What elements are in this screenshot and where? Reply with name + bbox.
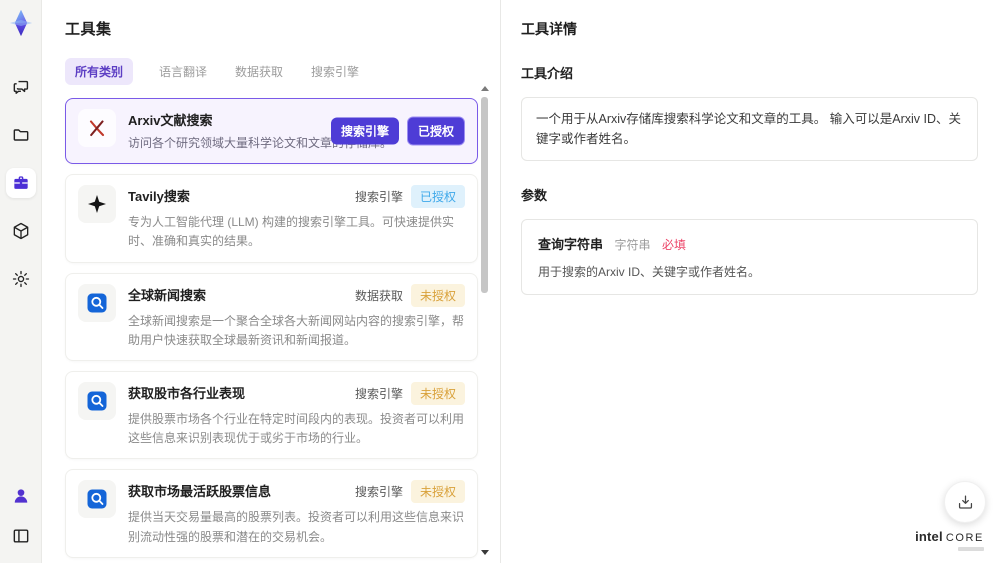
tool-description: 提供股票市场各个行业在特定时间段内的表现。投资者可以利用这些信息来识别表现优于或… — [128, 411, 465, 446]
tool-card[interactable]: 获取股市各行业表现 搜索引擎 未授权 提供股票市场各个行业在特定时间段内的表现。投… — [65, 370, 478, 460]
chat-icon[interactable] — [6, 72, 36, 102]
scroll-up-arrow-icon[interactable] — [481, 86, 489, 91]
download-button[interactable] — [944, 481, 986, 523]
scrollbar-thumb[interactable] — [481, 97, 488, 293]
tool-title: 全球新闻搜索 — [128, 287, 207, 303]
tool-list: Arxiv文献搜索 搜索引擎 已授权 访问各个研究领域大量科学论文和文章的存储库。… — [65, 98, 478, 563]
tool-card-body: Tavily搜索 搜索引擎 已授权 专为人工智能代理 (LLM) 构建的搜索引擎工… — [128, 185, 465, 251]
param-header: 查询字符串 字符串 必填 — [538, 234, 961, 254]
sparkle-icon — [88, 195, 106, 214]
category-tabs: 所有类别 语言翻译 数据获取 搜索引擎 — [65, 58, 500, 85]
intro-heading: 工具介绍 — [521, 66, 574, 81]
auth-badge: 未授权 — [410, 480, 465, 504]
tool-card[interactable]: Arxiv文献搜索 搜索引擎 已授权 访问各个研究领域大量科学论文和文章的存储库。 — [65, 98, 478, 165]
tool-meta: 搜索引擎 未授权 — [354, 381, 465, 405]
tool-card-body: 获取股市各行业表现 搜索引擎 未授权 提供股票市场各个行业在特定时间段内的表现。投… — [128, 381, 465, 448]
tool-card[interactable]: 获取市场最活跃股票信息 搜索引擎 未授权 提供当天交易量最高的股票列表。投资者可以… — [65, 469, 478, 558]
params-heading: 参数 — [521, 188, 548, 203]
arxiv-icon — [78, 109, 116, 147]
stock-search-icon — [87, 489, 107, 509]
arxiv-icon — [89, 120, 105, 137]
tool-meta: 数据获取 未授权 — [354, 283, 465, 307]
brand-sub-mark — [958, 547, 984, 551]
tool-meta: 搜索引擎 未授权 — [354, 480, 465, 504]
category-badge: 搜索引擎 — [330, 117, 399, 145]
brand-intel: intel — [915, 529, 943, 544]
category-tab[interactable]: 搜索引擎 — [309, 58, 361, 85]
param-name: 查询字符串 — [538, 237, 604, 252]
param-required-badge: 必填 — [661, 238, 686, 252]
gear-icon[interactable] — [6, 264, 36, 294]
left-rail — [0, 0, 42, 563]
stock-search-icon — [78, 381, 116, 420]
param-type: 字符串 — [614, 238, 651, 252]
tool-card-header: 全球新闻搜索 数据获取 未授权 — [128, 283, 465, 307]
avatar-icon[interactable] — [6, 481, 36, 511]
tool-description: 提供当天交易量最高的股票列表。投资者可以利用这些信息来识别流动性强的股票和潜在的… — [128, 510, 465, 544]
tool-card-header: Arxiv文献搜索 搜索引擎 已授权 — [128, 109, 465, 146]
category-tab[interactable]: 数据获取 — [233, 58, 285, 85]
tool-card-header: 获取股市各行业表现 搜索引擎 未授权 — [128, 381, 465, 405]
scroll-down-arrow-icon[interactable] — [481, 550, 489, 555]
page-title: 工具集 — [65, 21, 112, 38]
stock-search-icon — [87, 391, 107, 411]
category-label: 数据获取 — [354, 288, 403, 303]
tool-card-body: 全球新闻搜索 数据获取 未授权 全球新闻搜索是一个聚合全球各大新闻网站内容的搜索引… — [128, 283, 465, 350]
download-icon — [958, 495, 972, 509]
category-tab[interactable]: 语言翻译 — [157, 58, 209, 85]
tool-description: 全球新闻搜索是一个聚合全球各大新闻网站内容的搜索引擎，帮助用户快速获取全球最新资… — [128, 313, 465, 347]
sparkle-icon — [78, 185, 116, 224]
param-card: 查询字符串 字符串 必填 用于搜索的Arxiv ID、关键字或作者姓名。 — [521, 219, 978, 295]
tool-card-header: 获取市场最活跃股票信息 搜索引擎 未授权 — [128, 480, 465, 504]
category-label: 搜索引擎 — [354, 190, 403, 205]
category-label: 搜索引擎 — [354, 485, 403, 500]
panel-toggle-icon[interactable] — [6, 521, 36, 551]
tool-card[interactable]: Tavily搜索 搜索引擎 已授权 专为人工智能代理 (LLM) 构建的搜索引擎工… — [65, 174, 478, 263]
category-label: 搜索引擎 — [354, 386, 403, 401]
toolbox-icon[interactable] — [5, 168, 36, 198]
param-description: 用于搜索的Arxiv ID、关键字或作者姓名。 — [538, 265, 761, 279]
tools-panel: 工具集 所有类别 语言翻译 数据获取 搜索引擎 Arxiv文献搜索 搜索引擎 已授权 访… — [42, 0, 500, 563]
tool-meta: 搜索引擎 已授权 — [354, 185, 465, 209]
brand-core: core — [945, 532, 984, 544]
tool-card-body: Arxiv文献搜索 搜索引擎 已授权 访问各个研究领域大量科学论文和文章的存储库。 — [128, 109, 465, 153]
auth-badge: 未授权 — [410, 283, 465, 307]
tool-title: 获取股市各行业表现 — [128, 385, 246, 401]
stock-search-icon — [78, 480, 116, 519]
tool-title: Tavily搜索 — [128, 189, 190, 205]
details-title: 工具详情 — [521, 21, 577, 37]
news-search-icon — [87, 293, 107, 313]
app-window: 工具集 所有类别 语言翻译 数据获取 搜索引擎 Arxiv文献搜索 搜索引擎 已授权 访… — [0, 0, 1000, 563]
news-search-icon — [78, 283, 116, 322]
folder-icon[interactable] — [6, 120, 36, 150]
tool-details-panel: 工具详情 工具介绍 一个用于从Arxiv存储库搜索科学论文和文章的工具。 输入可… — [501, 0, 1000, 563]
app-logo-icon — [6, 8, 36, 38]
tool-card[interactable]: 全球新闻搜索 数据获取 未授权 全球新闻搜索是一个聚合全球各大新闻网站内容的搜索引… — [65, 272, 478, 361]
tool-title: Arxiv文献搜索 — [128, 113, 213, 128]
brand-text: intel core — [915, 529, 984, 544]
auth-badge: 未授权 — [410, 381, 465, 405]
tool-card-header: Tavily搜索 搜索引擎 已授权 — [128, 185, 465, 209]
tool-card-body: 获取市场最活跃股票信息 搜索引擎 未授权 提供当天交易量最高的股票列表。投资者可以… — [128, 480, 465, 546]
tool-title: 获取市场最活跃股票信息 — [128, 484, 272, 500]
auth-badge: 已授权 — [406, 116, 465, 146]
intel-core-logo: intel core — [915, 529, 984, 551]
scrollbar[interactable] — [480, 86, 490, 555]
tool-meta: 搜索引擎 已授权 — [330, 116, 465, 146]
category-tab[interactable]: 所有类别 — [65, 58, 134, 85]
intro-text-box: 一个用于从Arxiv存储库搜索科学论文和文章的工具。 输入可以是Arxiv ID… — [521, 97, 978, 161]
auth-badge: 已授权 — [410, 185, 465, 209]
tool-description: 专为人工智能代理 (LLM) 构建的搜索引擎工具。可快速提供实时、准确和真实的结… — [128, 215, 455, 249]
cube-icon[interactable] — [6, 216, 36, 246]
